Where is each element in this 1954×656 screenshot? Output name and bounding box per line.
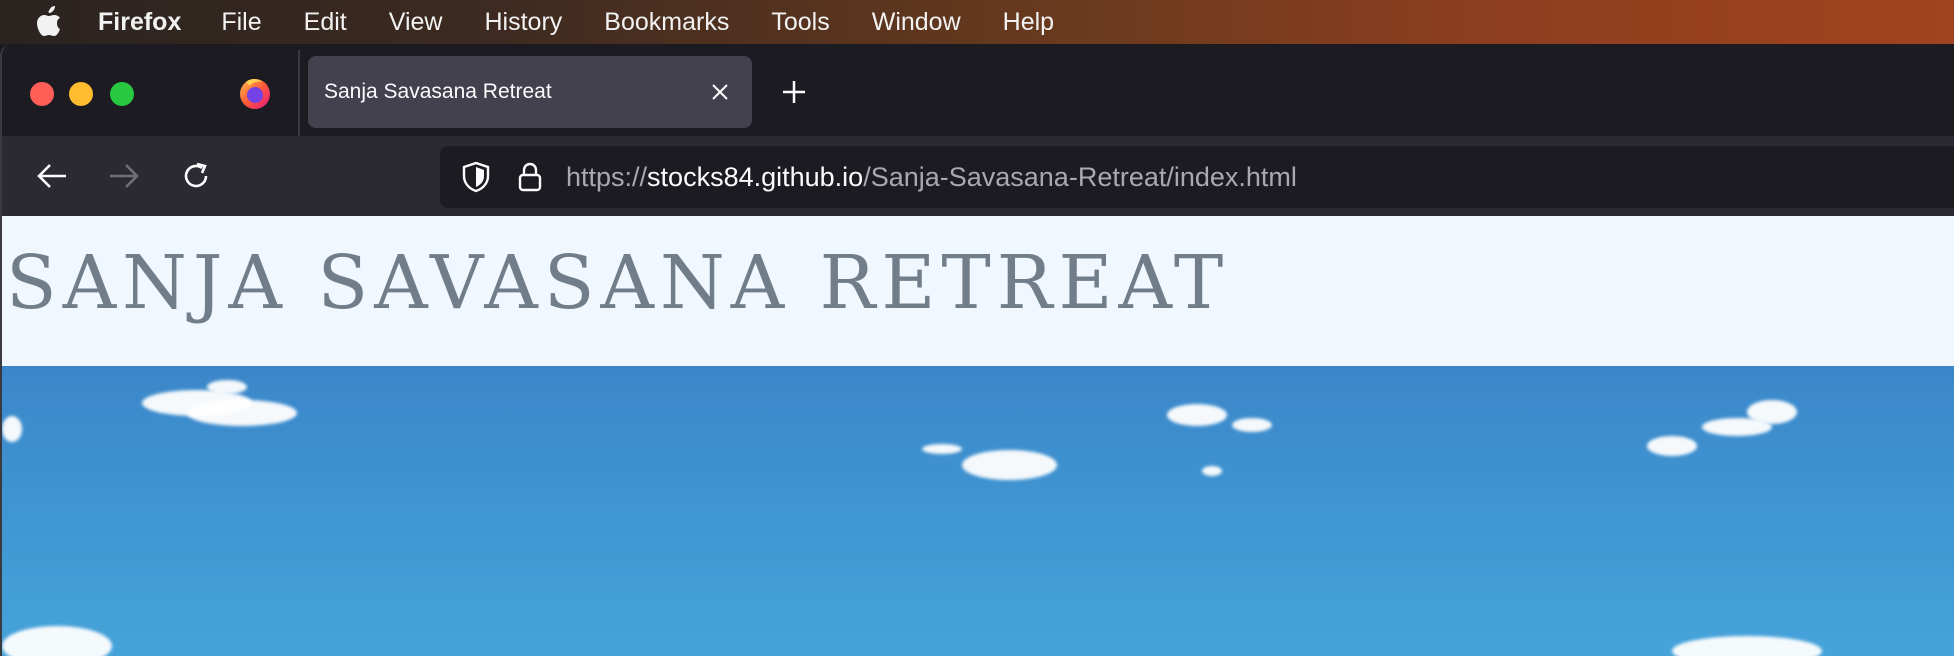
url-bar[interactable]: https://stocks84.github.io/Sanja-Savasan…: [440, 146, 1954, 208]
tab-title: Sanja Savasana Retreat: [324, 80, 552, 103]
site-title: SANJA SAVASANA RETREAT: [6, 240, 1230, 326]
forward-arrow-icon[interactable]: [102, 154, 146, 198]
menu-view[interactable]: View: [389, 0, 443, 44]
menu-bookmarks[interactable]: Bookmarks: [604, 0, 729, 44]
menu-bar: Firefox File Edit View History Bookmarks…: [0, 0, 1954, 44]
url-scheme: https://: [566, 161, 648, 192]
apple-menu-icon[interactable]: [32, 5, 64, 39]
reload-icon[interactable]: [174, 154, 218, 198]
close-window-button[interactable]: [30, 82, 54, 106]
menu-edit[interactable]: Edit: [304, 0, 347, 44]
zoom-window-button[interactable]: [110, 82, 134, 106]
tab-sanja-savasana-retreat[interactable]: Sanja Savasana Retreat: [308, 56, 752, 128]
firefox-icon[interactable]: [238, 76, 272, 110]
minimize-window-button[interactable]: [69, 82, 93, 106]
web-page-content: SANJA SAVASANA RETREAT: [2, 216, 1954, 656]
browser-window: Sanja Savasana Retreat https://stocks84.…: [0, 44, 1954, 656]
menu-file[interactable]: File: [221, 0, 261, 44]
lock-icon[interactable]: [510, 157, 550, 197]
menu-tools[interactable]: Tools: [771, 0, 829, 44]
menu-help[interactable]: Help: [1003, 0, 1054, 44]
url-path: /Sanja-Savasana-Retreat/index.html: [863, 161, 1297, 192]
navigation-toolbar: https://stocks84.github.io/Sanja-Savasan…: [2, 136, 1954, 216]
menu-window[interactable]: Window: [872, 0, 961, 44]
tracking-protection-shield-icon[interactable]: [456, 157, 496, 197]
menu-history[interactable]: History: [485, 0, 563, 44]
hero-sky-image: [2, 366, 1954, 656]
url-text[interactable]: https://stocks84.github.io/Sanja-Savasan…: [566, 162, 1297, 193]
back-arrow-icon[interactable]: [30, 154, 74, 198]
close-tab-icon[interactable]: [700, 72, 740, 112]
tab-strip: Sanja Savasana Retreat: [2, 44, 1954, 136]
tab-divider: [298, 50, 300, 136]
url-host: stocks84.github.io: [647, 161, 864, 192]
menu-app-firefox[interactable]: Firefox: [98, 0, 181, 44]
new-tab-icon[interactable]: [774, 72, 814, 112]
